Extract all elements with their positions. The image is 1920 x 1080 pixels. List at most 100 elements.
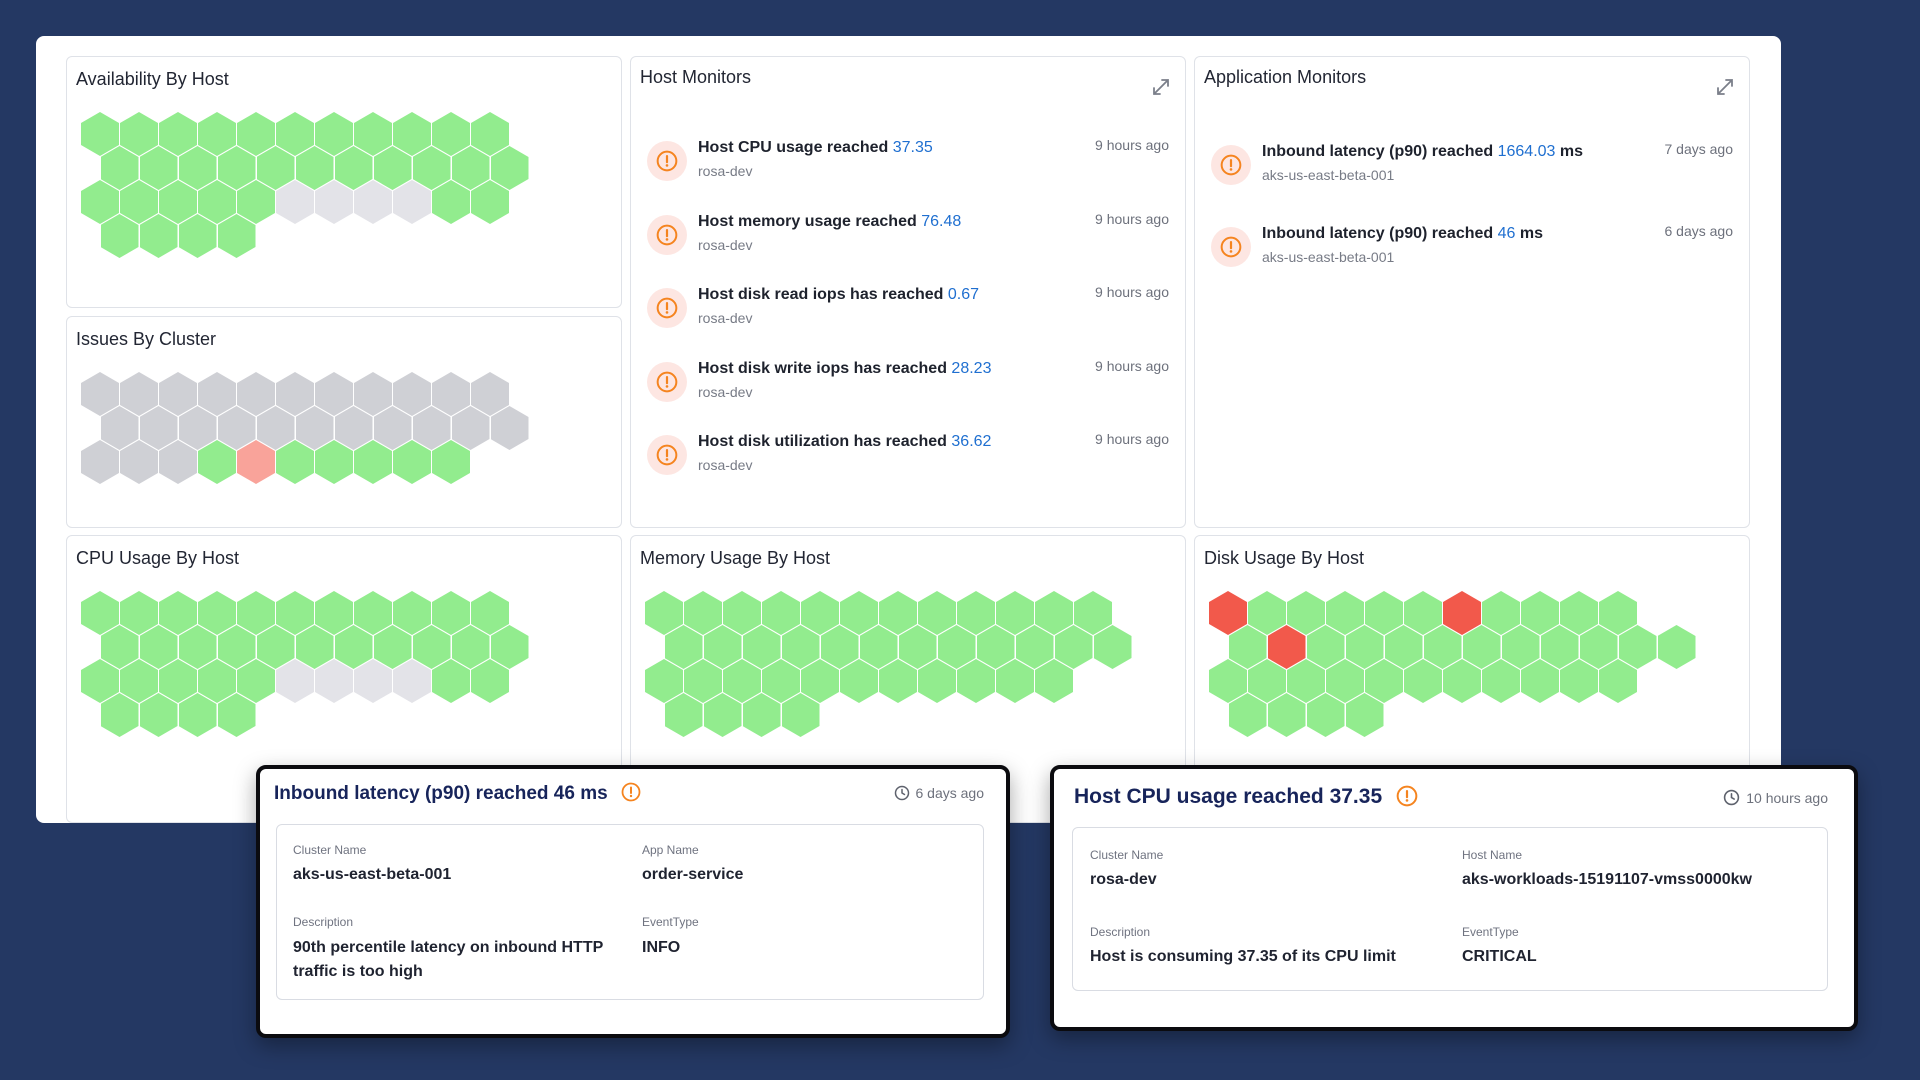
hex-cell-inactive[interactable] xyxy=(81,372,119,416)
hex-cell-healthy[interactable] xyxy=(354,440,392,484)
hex-cell-healthy[interactable] xyxy=(159,659,197,703)
hex-cell-healthy[interactable] xyxy=(781,625,820,669)
hex-cell-idle[interactable] xyxy=(315,180,353,224)
hex-cell-inactive[interactable] xyxy=(412,406,451,450)
hex-cell-healthy[interactable] xyxy=(471,180,509,224)
hex-cell-inactive[interactable] xyxy=(276,372,314,416)
hex-cell-healthy[interactable] xyxy=(100,146,139,190)
hex-cell-healthy[interactable] xyxy=(237,659,275,703)
hex-cell-healthy[interactable] xyxy=(1345,625,1384,669)
hex-cell-healthy[interactable] xyxy=(1443,659,1481,703)
hex-cell-healthy[interactable] xyxy=(1228,625,1267,669)
hex-cell-healthy[interactable] xyxy=(898,625,937,669)
hex-cell-inactive[interactable] xyxy=(432,372,470,416)
hex-cell-healthy[interactable] xyxy=(840,591,878,635)
hex-cell-healthy[interactable] xyxy=(354,591,392,635)
hex-cell-healthy[interactable] xyxy=(217,214,256,258)
hex-cell-healthy[interactable] xyxy=(742,625,781,669)
hex-cell-healthy[interactable] xyxy=(1015,625,1054,669)
hex-cell-healthy[interactable] xyxy=(645,591,683,635)
hex-cell-inactive[interactable] xyxy=(178,406,217,450)
hex-cell-healthy[interactable] xyxy=(664,625,703,669)
hex-cell-healthy[interactable] xyxy=(198,591,236,635)
hex-cell-healthy[interactable] xyxy=(178,214,217,258)
hex-cell-inactive[interactable] xyxy=(334,406,373,450)
hex-cell-healthy[interactable] xyxy=(918,591,956,635)
hex-cell-idle[interactable] xyxy=(276,180,314,224)
hex-cell-healthy[interactable] xyxy=(178,625,217,669)
hex-cell-healthy[interactable] xyxy=(178,146,217,190)
hex-cell-healthy[interactable] xyxy=(139,625,178,669)
hex-cell-inactive[interactable] xyxy=(100,406,139,450)
hex-cell-idle[interactable] xyxy=(315,659,353,703)
hex-cell-inactive[interactable] xyxy=(256,406,295,450)
hex-cell-healthy[interactable] xyxy=(1423,625,1462,669)
hex-cell-healthy[interactable] xyxy=(664,693,703,737)
hex-cell-healthy[interactable] xyxy=(120,659,158,703)
hex-cell-healthy[interactable] xyxy=(1054,625,1093,669)
hex-cell-healthy[interactable] xyxy=(490,625,529,669)
hex-cell-healthy[interactable] xyxy=(1462,625,1501,669)
hex-cell-healthy[interactable] xyxy=(1579,625,1618,669)
hex-cell-inactive[interactable] xyxy=(237,372,275,416)
hex-cell-healthy[interactable] xyxy=(237,112,275,156)
hex-cell-inactive[interactable] xyxy=(81,440,119,484)
hex-cell-healthy[interactable] xyxy=(820,625,859,669)
hex-cell-healthy[interactable] xyxy=(1404,591,1442,635)
hex-cell-healthy[interactable] xyxy=(432,591,470,635)
alert-list-item[interactable]: Host CPU usage reached 37.35 rosa-dev 9 h… xyxy=(647,135,1169,195)
hex-cell-healthy[interactable] xyxy=(198,180,236,224)
hex-cell-healthy[interactable] xyxy=(879,591,917,635)
hex-cell-healthy[interactable] xyxy=(139,693,178,737)
hex-cell-idle[interactable] xyxy=(393,180,431,224)
hex-cell-healthy[interactable] xyxy=(723,659,761,703)
hex-cell-healthy[interactable] xyxy=(723,591,761,635)
hex-cell-healthy[interactable] xyxy=(276,591,314,635)
hex-cell-healthy[interactable] xyxy=(801,659,839,703)
hex-cell-inactive[interactable] xyxy=(315,372,353,416)
hex-cell-healthy[interactable] xyxy=(100,693,139,737)
hex-cell-healthy[interactable] xyxy=(490,146,529,190)
hex-cell-healthy[interactable] xyxy=(703,693,742,737)
hex-cell-healthy[interactable] xyxy=(120,591,158,635)
hex-cell-healthy[interactable] xyxy=(100,214,139,258)
hex-cell-healthy[interactable] xyxy=(1540,625,1579,669)
hex-cell-healthy[interactable] xyxy=(139,214,178,258)
hex-cell-healthy[interactable] xyxy=(1384,625,1423,669)
hex-cell-healthy[interactable] xyxy=(393,440,431,484)
hex-cell-healthy[interactable] xyxy=(1599,591,1637,635)
hex-cell-healthy[interactable] xyxy=(315,112,353,156)
hex-cell-healthy[interactable] xyxy=(217,625,256,669)
hex-cell-healthy[interactable] xyxy=(100,625,139,669)
hex-cell-healthy[interactable] xyxy=(295,625,334,669)
alert-list-item[interactable]: Host disk utilization has reached 36.62 … xyxy=(647,429,1169,489)
hex-cell-healthy[interactable] xyxy=(1365,591,1403,635)
hex-cell-healthy[interactable] xyxy=(781,693,820,737)
hex-cell-healthy[interactable] xyxy=(373,146,412,190)
hex-cell-healthy[interactable] xyxy=(1345,693,1384,737)
hex-cell-healthy[interactable] xyxy=(198,659,236,703)
hex-cell-healthy[interactable] xyxy=(1306,693,1345,737)
hex-cell-healthy[interactable] xyxy=(703,625,742,669)
hex-cell-critical[interactable] xyxy=(1267,625,1306,669)
hex-cell-inactive[interactable] xyxy=(373,406,412,450)
hex-cell-inactive[interactable] xyxy=(490,406,529,450)
hex-cell-healthy[interactable] xyxy=(1287,591,1325,635)
hex-cell-healthy[interactable] xyxy=(1326,659,1364,703)
hex-cell-healthy[interactable] xyxy=(334,146,373,190)
hex-cell-healthy[interactable] xyxy=(451,625,490,669)
hex-cell-healthy[interactable] xyxy=(859,625,898,669)
hex-cell-warning[interactable] xyxy=(237,440,275,484)
hex-cell-healthy[interactable] xyxy=(295,146,334,190)
hex-cell-healthy[interactable] xyxy=(937,625,976,669)
hex-cell-healthy[interactable] xyxy=(1560,591,1598,635)
hex-cell-healthy[interactable] xyxy=(1521,591,1559,635)
hex-cell-healthy[interactable] xyxy=(471,591,509,635)
hex-cell-healthy[interactable] xyxy=(1228,693,1267,737)
hex-cell-critical[interactable] xyxy=(1443,591,1481,635)
hex-cell-healthy[interactable] xyxy=(1306,625,1345,669)
hex-cell-healthy[interactable] xyxy=(432,659,470,703)
hex-cell-healthy[interactable] xyxy=(1501,625,1540,669)
hex-cell-inactive[interactable] xyxy=(139,406,178,450)
hex-cell-inactive[interactable] xyxy=(159,440,197,484)
